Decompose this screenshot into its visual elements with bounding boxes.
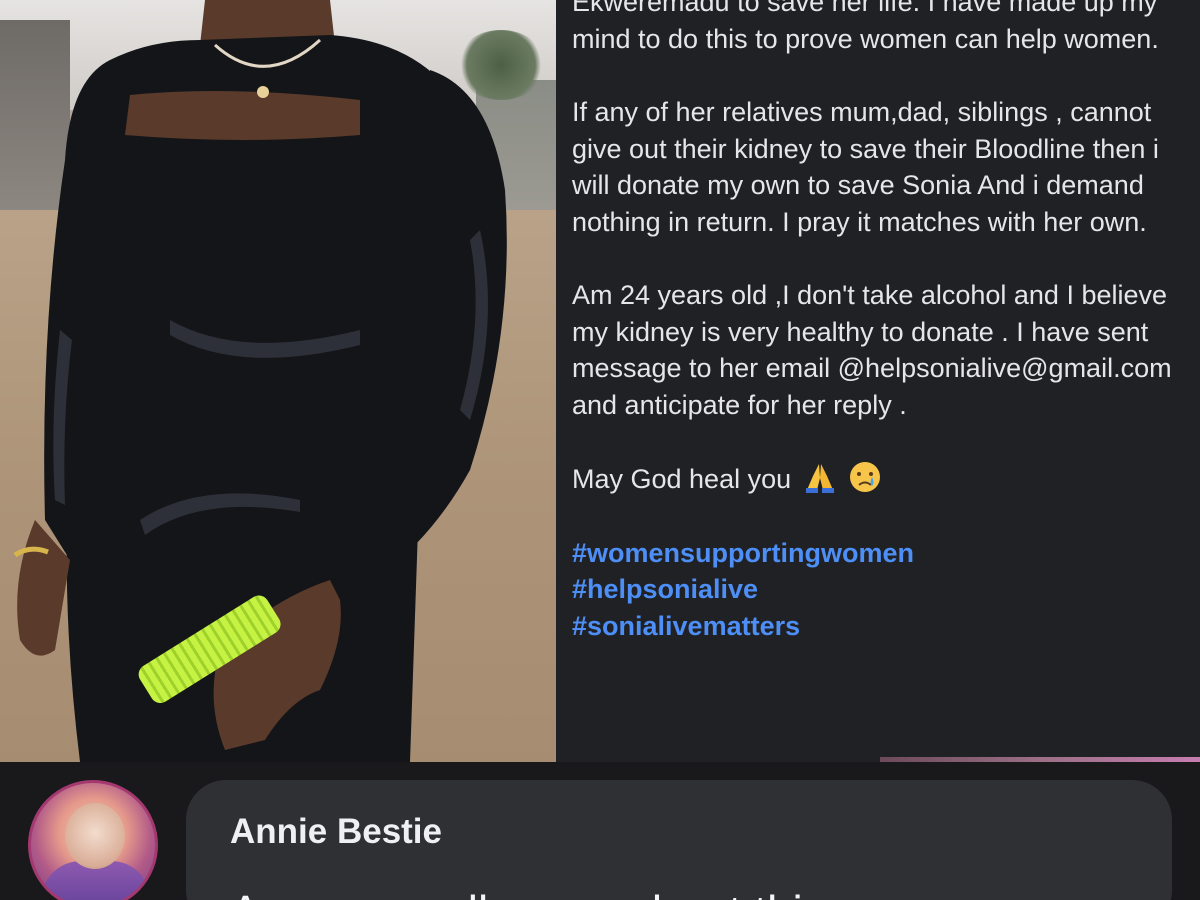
hashtag-womensupportingwomen[interactable]: #womensupportingwomen xyxy=(572,535,1186,572)
crying-face-emoji xyxy=(850,462,881,492)
hashtag-list: #womensupportingwomen #helpsonialive #so… xyxy=(572,535,1186,645)
folded-hands-emoji xyxy=(805,464,834,493)
post-paragraph-3: Am 24 years old ,I don't take alcohol an… xyxy=(572,280,1172,420)
hashtag-sonialivematters[interactable]: #sonialivematters xyxy=(572,608,1186,645)
blessing-text: May God heal you xyxy=(572,464,792,494)
comment-bubble[interactable]: Annie Bestie Are you really sure about t… xyxy=(186,780,1172,900)
post-body: Ekweremadu to save her life. I have made… xyxy=(572,0,1186,644)
comment-text: Are you really sure about this or you xyxy=(230,884,1128,900)
avatar-face xyxy=(65,803,125,869)
commenter-avatar[interactable] xyxy=(28,780,158,900)
post-text-panel: Ekweremadu to save her life. I have made… xyxy=(556,0,1200,762)
post-paragraph-2: If any of her relatives mum,dad, sibling… xyxy=(572,97,1159,237)
post-paragraph-1: Ekweremadu to save her life. I have made… xyxy=(572,0,1159,54)
person-figure xyxy=(13,0,507,762)
post-blessing: May God heal you xyxy=(572,460,1186,498)
hashtag-helpsonialive[interactable]: #helpsonialive xyxy=(572,571,1186,608)
commenter-name[interactable]: Annie Bestie xyxy=(230,812,1128,852)
post-photo[interactable] xyxy=(0,0,556,762)
